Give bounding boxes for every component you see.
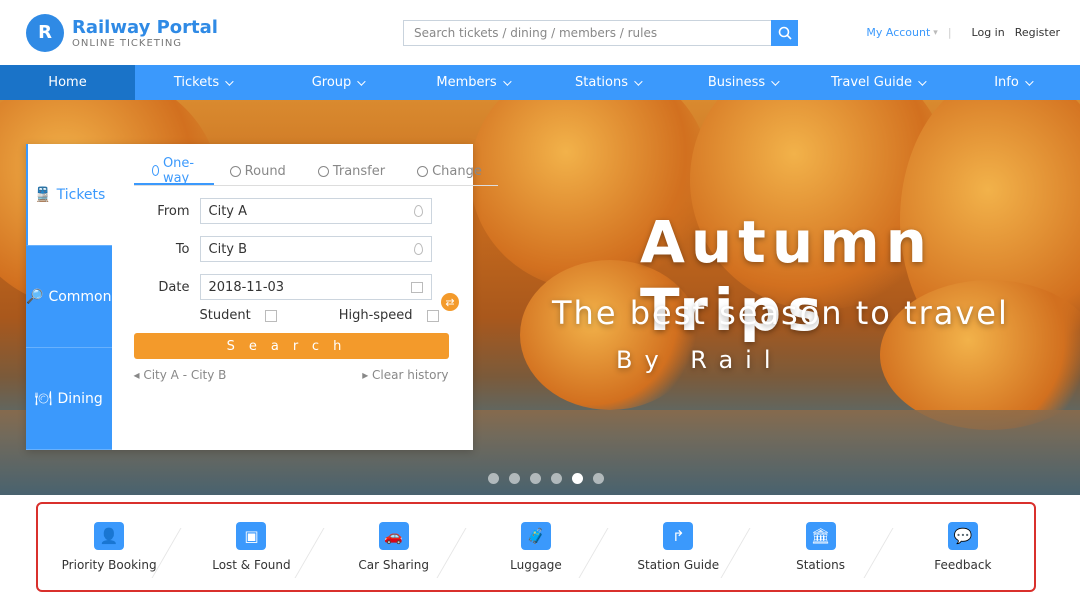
service-label: Car Sharing [358,558,429,572]
ticket-options: Student High-speed [134,308,498,323]
booking-card: 🚆 Tickets 🔎 Common 🍽 Dining One-way Round T… [26,144,498,450]
student-checkbox[interactable] [264,309,277,322]
nav-item-4[interactable]: Stations [540,65,675,100]
train-icon: 🚆 [34,186,52,203]
carousel-dots [488,473,604,484]
service-label: Lost & Found [212,558,291,572]
search-doc-icon: 🔎 [26,288,44,305]
date-label: Date [158,279,190,295]
service-label: Luggage [510,558,562,572]
carousel-dot[interactable] [593,473,604,484]
history-item[interactable]: ◂ City A - City B [134,368,227,382]
dish-icon: 🍽 [34,390,53,407]
nav-item-0[interactable]: Home [0,65,135,100]
brand-name: Railway Portal [72,16,218,38]
nav-item-3[interactable]: Members [405,65,540,100]
logo[interactable]: R Railway Portal ONLINE TICKETING [26,13,356,52]
carousel-dot[interactable] [572,473,583,484]
search-icon [778,26,792,40]
to-field[interactable]: City B [199,236,432,262]
register-link[interactable]: Register [1015,26,1060,39]
trip-oneway[interactable]: One-way [133,156,214,186]
from-field[interactable]: City A [199,198,432,224]
trip-transfer[interactable]: Transfer [302,158,401,185]
main-nav: Home Tickets Group Members Stations Business T… [0,65,1080,100]
student-label: Student [199,308,251,323]
login-link[interactable]: Log in [972,26,1005,39]
nav-item-1[interactable]: Tickets [135,65,270,100]
site-header: R Railway Portal ONLINE TICKETING My Acc… [0,0,1080,65]
search-input[interactable] [403,19,771,46]
query-button[interactable]: Search [133,333,449,359]
chevron-down-icon [357,76,366,86]
date-field[interactable]: 2018-11-03 [199,274,432,300]
nav-item-7[interactable]: Info [945,65,1080,100]
swap-stations-button[interactable]: ⇄ [441,293,459,311]
card-tabs: 🚆 Tickets 🔎 Common 🍽 Dining [26,144,112,450]
carousel-dot[interactable] [551,473,562,484]
highspeed-checkbox[interactable] [426,309,439,322]
search-bar [403,19,798,46]
service-label: Station Guide [637,558,720,572]
account-menu[interactable]: My Account ▾ [866,26,937,39]
to-label: To [175,241,190,257]
banner: Autumn Trips The best season to travel B… [0,100,1080,495]
trip-type-tabs: One-way Round Transfer Change [133,156,498,186]
service-icon: 🏛 [805,522,836,550]
trip-change[interactable]: Change [401,158,498,185]
service-label: Stations [796,558,845,572]
tab-dining[interactable]: 🍽 Dining [26,348,112,450]
chevron-down-icon [918,76,927,86]
user-links: My Account ▾ | Log in Register [866,26,1060,39]
from-label: From [157,203,190,219]
service-icon: ↱ [663,522,694,550]
chevron-down-icon [502,76,512,86]
chevron-down-icon [771,76,780,86]
clear-history-link[interactable]: ▸ Clear history [362,368,448,382]
location-icon [413,243,423,255]
search-button[interactable] [771,19,798,46]
highspeed-label: High-speed [338,308,413,323]
tab-common[interactable]: 🔎 Common [26,246,112,348]
service-label: Feedback [934,558,992,572]
search-history: ◂ City A - City B ▸ Clear history [134,368,449,382]
nav-item-5[interactable]: Business [675,65,810,100]
calendar-icon [410,281,423,293]
service-icon: ▣ [236,522,267,550]
carousel-dot[interactable] [530,473,541,484]
nav-item-2[interactable]: Group [270,65,405,100]
logo-mark: R [26,13,64,52]
carousel-dot[interactable] [509,473,520,484]
chevron-down-icon [634,76,643,86]
brand-sub: ONLINE TICKETING [72,37,183,49]
service-icon: 👤 [94,522,125,550]
location-icon [413,205,423,217]
service-icon: 🧳 [520,522,551,550]
chevron-down-icon [225,76,234,86]
service-item-6[interactable]: 💬 Feedback [892,522,1034,572]
service-label: Priority Booking [61,558,157,572]
service-icon: 💬 [947,522,978,550]
nav-item-6[interactable]: Travel Guide [810,65,945,100]
carousel-dot[interactable] [488,473,499,484]
trip-round[interactable]: Round [214,158,302,185]
chevron-down-icon [1024,76,1034,86]
service-strip: 👤 Priority Booking ▣ Lost & Found 🚗 Car Shari… [36,502,1036,592]
tab-tickets[interactable]: 🚆 Tickets [26,144,112,246]
service-icon: 🚗 [378,522,409,550]
